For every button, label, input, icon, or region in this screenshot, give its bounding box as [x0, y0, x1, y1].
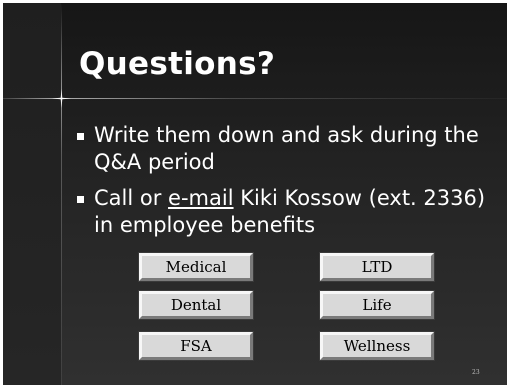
slide-number: 23: [472, 369, 480, 376]
bullet-line: Call or e-mail Kiki Kossow (ext. 2336): [94, 185, 485, 212]
dental-button[interactable]: Dental: [139, 291, 253, 319]
bullet-square-icon: [77, 133, 84, 140]
ltd-button[interactable]: LTD: [320, 253, 434, 281]
vertical-accent-line: [61, 3, 62, 385]
bullet-line: Write them down and ask during the: [94, 123, 479, 147]
life-button[interactable]: Life: [320, 291, 434, 319]
bullet-line: in employee benefits: [94, 213, 316, 237]
fsa-button[interactable]: FSA: [139, 332, 253, 360]
slide: Questions? Write them down and ask durin…: [3, 3, 507, 385]
bullet-square-icon: [77, 196, 84, 203]
bullet-item: Write them down and ask during the Q&A p…: [77, 122, 479, 176]
wellness-button[interactable]: Wellness: [320, 332, 434, 360]
sparkle-icon: [52, 89, 71, 108]
left-accent-band: [3, 3, 61, 385]
email-link[interactable]: e-mail: [168, 186, 234, 210]
slide-title: Questions?: [79, 46, 276, 82]
bullet-text-pre: Call or: [94, 186, 169, 210]
medical-button[interactable]: Medical: [139, 253, 253, 281]
bullet-text-post: Kiki Kossow (ext. 2336): [233, 186, 486, 210]
horizontal-accent-line: [3, 98, 507, 99]
bullet-item: Call or e-mail Kiki Kossow (ext. 2336) i…: [77, 185, 485, 239]
bullet-line: Q&A period: [94, 150, 215, 174]
